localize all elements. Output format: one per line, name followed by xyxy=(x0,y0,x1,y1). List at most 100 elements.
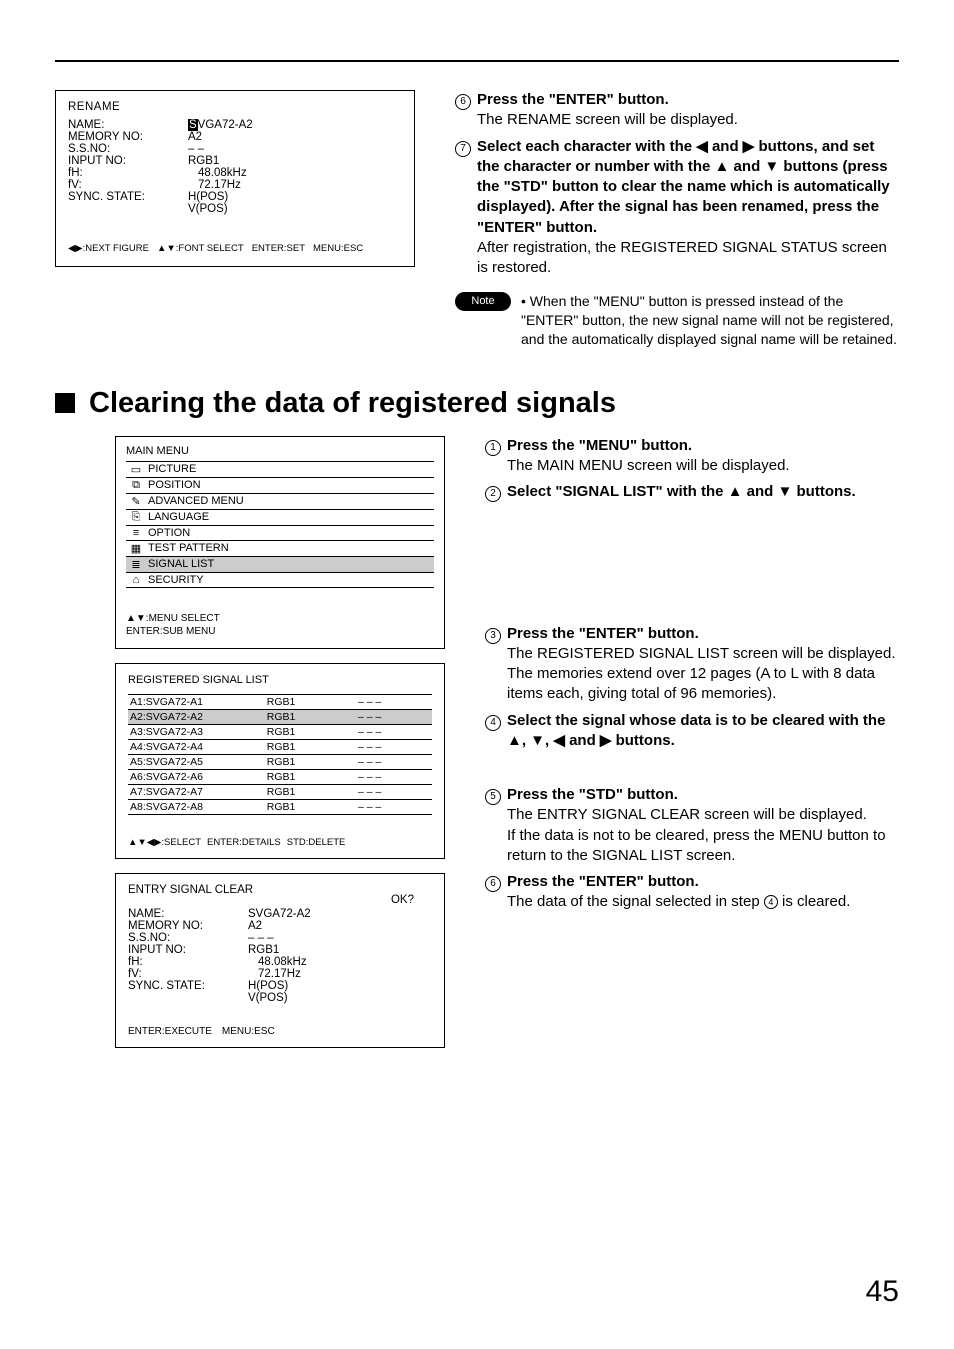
step-1: 1 Press the "MENU" button. The MAIN MENU… xyxy=(485,436,899,477)
clear-fh-label: fH: xyxy=(128,956,248,968)
menu-item-label: POSITION xyxy=(148,479,201,491)
step-number-icon: 2 xyxy=(485,486,501,502)
signal-cell: A2:SVGA72-A2 xyxy=(128,709,265,724)
signal-cell: – – – xyxy=(356,739,432,754)
signal-cell: RGB1 xyxy=(265,769,356,784)
step-number-icon: 6 xyxy=(455,94,471,110)
rename-fv-label: fV: xyxy=(68,179,188,191)
main-menu-title: MAIN MENU xyxy=(126,445,434,457)
rename-mem-value: A2 xyxy=(188,131,402,143)
menu-item: ⎘LANGUAGE xyxy=(126,510,434,526)
step-1-head: Press the "MENU" button. xyxy=(507,436,899,456)
clear-fv-label: fV: xyxy=(128,968,248,980)
step-6-sub: The RENAME screen will be displayed. xyxy=(477,110,899,130)
clear-fh-value: 48.08kHz xyxy=(248,956,432,968)
signal-cell: – – – xyxy=(356,694,432,709)
signal-cell: A3:SVGA72-A3 xyxy=(128,724,265,739)
clear-sync-label: SYNC. STATE: xyxy=(128,980,248,992)
clear-ssno-value: – – – xyxy=(248,932,432,944)
rename-mem-label: MEMORY NO: xyxy=(68,131,188,143)
signal-row: A7:SVGA72-A7RGB1– – – xyxy=(128,784,432,799)
rename-name-value: SVGA72-A2 xyxy=(188,119,402,131)
top-section: RENAME NAME: SVGA72-A2 MEMORY NO:A2 S.S.… xyxy=(55,90,899,349)
signal-cell: RGB1 xyxy=(265,799,356,814)
signal-cell: A6:SVGA72-A6 xyxy=(128,769,265,784)
section-heading: Clearing the data of registered signals xyxy=(55,387,899,420)
menu-item-icon: ⌂ xyxy=(130,574,142,586)
note-pill: Note xyxy=(455,292,511,311)
step-1-sub: The MAIN MENU screen will be displayed. xyxy=(507,456,899,476)
rename-footer-2: ▲▼:FONT SELECT xyxy=(157,243,244,254)
rename-footer-3: ENTER:SET xyxy=(252,243,305,254)
signal-cell: A1:SVGA72-A1 xyxy=(128,694,265,709)
rename-footer-4: MENU:ESC xyxy=(313,243,363,254)
signal-row: A8:SVGA72-A8RGB1– – – xyxy=(128,799,432,814)
signal-cell: A4:SVGA72-A4 xyxy=(128,739,265,754)
menu-item-label: OPTION xyxy=(148,527,190,539)
menu-item-label: PICTURE xyxy=(148,463,196,475)
menu-item-label: LANGUAGE xyxy=(148,511,209,523)
step-3-sub: The REGISTERED SIGNAL LIST screen will b… xyxy=(507,644,899,705)
signal-cell: – – – xyxy=(356,754,432,769)
step-number-icon: 3 xyxy=(485,628,501,644)
signal-cell: RGB1 xyxy=(265,739,356,754)
signal-list-footer-1: ▲▼◀▶:SELECT xyxy=(128,837,201,848)
rename-fh-label: fH: xyxy=(68,167,188,179)
step-6b-sub: The data of the signal selected in step … xyxy=(507,892,899,912)
inline-step-4-icon: 4 xyxy=(764,895,778,909)
rename-name-label: NAME: xyxy=(68,119,188,131)
signal-cell: – – – xyxy=(356,769,432,784)
main-menu-footer-2: ENTER:SUB MENU xyxy=(126,625,434,638)
signal-cell: RGB1 xyxy=(265,709,356,724)
menu-item-label: SIGNAL LIST xyxy=(148,558,214,570)
menu-item-label: ADVANCED MENU xyxy=(148,495,244,507)
signal-cell: – – – xyxy=(356,799,432,814)
rename-sync-v1: H(POS) xyxy=(188,191,402,203)
clear-fv-value: 72.17Hz xyxy=(248,968,432,980)
signal-list-footer-3: STD:DELETE xyxy=(287,837,346,848)
rename-osd-box: RENAME NAME: SVGA72-A2 MEMORY NO:A2 S.S.… xyxy=(55,90,415,267)
rename-ssno-label: S.S.NO: xyxy=(68,143,188,155)
step-7-head: Select each character with the ◀ and ▶ b… xyxy=(477,137,899,238)
signal-cell: RGB1 xyxy=(265,694,356,709)
step-2-head: Select "SIGNAL LIST" with the ▲ and ▼ bu… xyxy=(507,482,899,502)
signal-cell: RGB1 xyxy=(265,754,356,769)
step-4: 4 Select the signal whose data is to be … xyxy=(485,711,899,752)
signal-row: A2:SVGA72-A2RGB1– – – xyxy=(128,709,432,724)
signal-cell: A7:SVGA72-A7 xyxy=(128,784,265,799)
step-3-head: Press the "ENTER" button. xyxy=(507,624,899,644)
menu-item-icon: ▭ xyxy=(130,463,142,476)
menu-item-label: TEST PATTERN xyxy=(148,542,229,554)
section-square-icon xyxy=(55,393,75,413)
signal-cell: A5:SVGA72-A5 xyxy=(128,754,265,769)
step-6b-head: Press the "ENTER" button. xyxy=(507,872,899,892)
step-number-icon: 4 xyxy=(485,715,501,731)
clear-name-value: SVGA72-A2 xyxy=(248,908,432,920)
step-7: 7 Select each character with the ◀ and ▶… xyxy=(455,137,899,279)
menu-item: ⧉ POSITION xyxy=(126,478,434,494)
menu-item-label: SECURITY xyxy=(148,574,204,586)
step-4-head: Select the signal whose data is to be cl… xyxy=(507,711,899,752)
menu-item-icon: ▦ xyxy=(130,542,142,555)
page-number: 45 xyxy=(866,1275,899,1309)
signal-cell: – – – xyxy=(356,709,432,724)
main-menu-osd: MAIN MENU ▭ PICTURE ⧉ POSITION ✎ ADVANCED MEN… xyxy=(115,436,445,649)
note-row: Note • When the "MENU" button is pressed… xyxy=(455,292,899,349)
menu-item-icon: ⧉ xyxy=(130,479,142,492)
menu-item-icon: ≡ xyxy=(130,527,142,539)
menu-item-icon: ≣ xyxy=(130,558,142,571)
menu-item: ≡ OPTION xyxy=(126,526,434,541)
main-menu-footer-1: ▲▼:MENU SELECT xyxy=(126,612,434,625)
menu-item: ✎ ADVANCED MENU xyxy=(126,494,434,510)
clear-mem-value: A2 xyxy=(248,920,432,932)
signal-row: A1:SVGA72-A1RGB1– – – xyxy=(128,694,432,709)
rename-fv-value: 72.17Hz xyxy=(188,179,402,191)
menu-item-icon: ✎ xyxy=(130,495,142,508)
signal-list-osd: REGISTERED SIGNAL LIST A1:SVGA72-A1RGB1–… xyxy=(115,663,445,859)
signal-list-footer-2: ENTER:DETAILS xyxy=(207,837,281,848)
step-number-icon: 7 xyxy=(455,141,471,157)
signal-cell: RGB1 xyxy=(265,784,356,799)
rename-sync-label: SYNC. STATE: xyxy=(68,191,188,203)
signal-list-title: REGISTERED SIGNAL LIST xyxy=(128,674,432,686)
signal-row: A3:SVGA72-A3RGB1– – – xyxy=(128,724,432,739)
